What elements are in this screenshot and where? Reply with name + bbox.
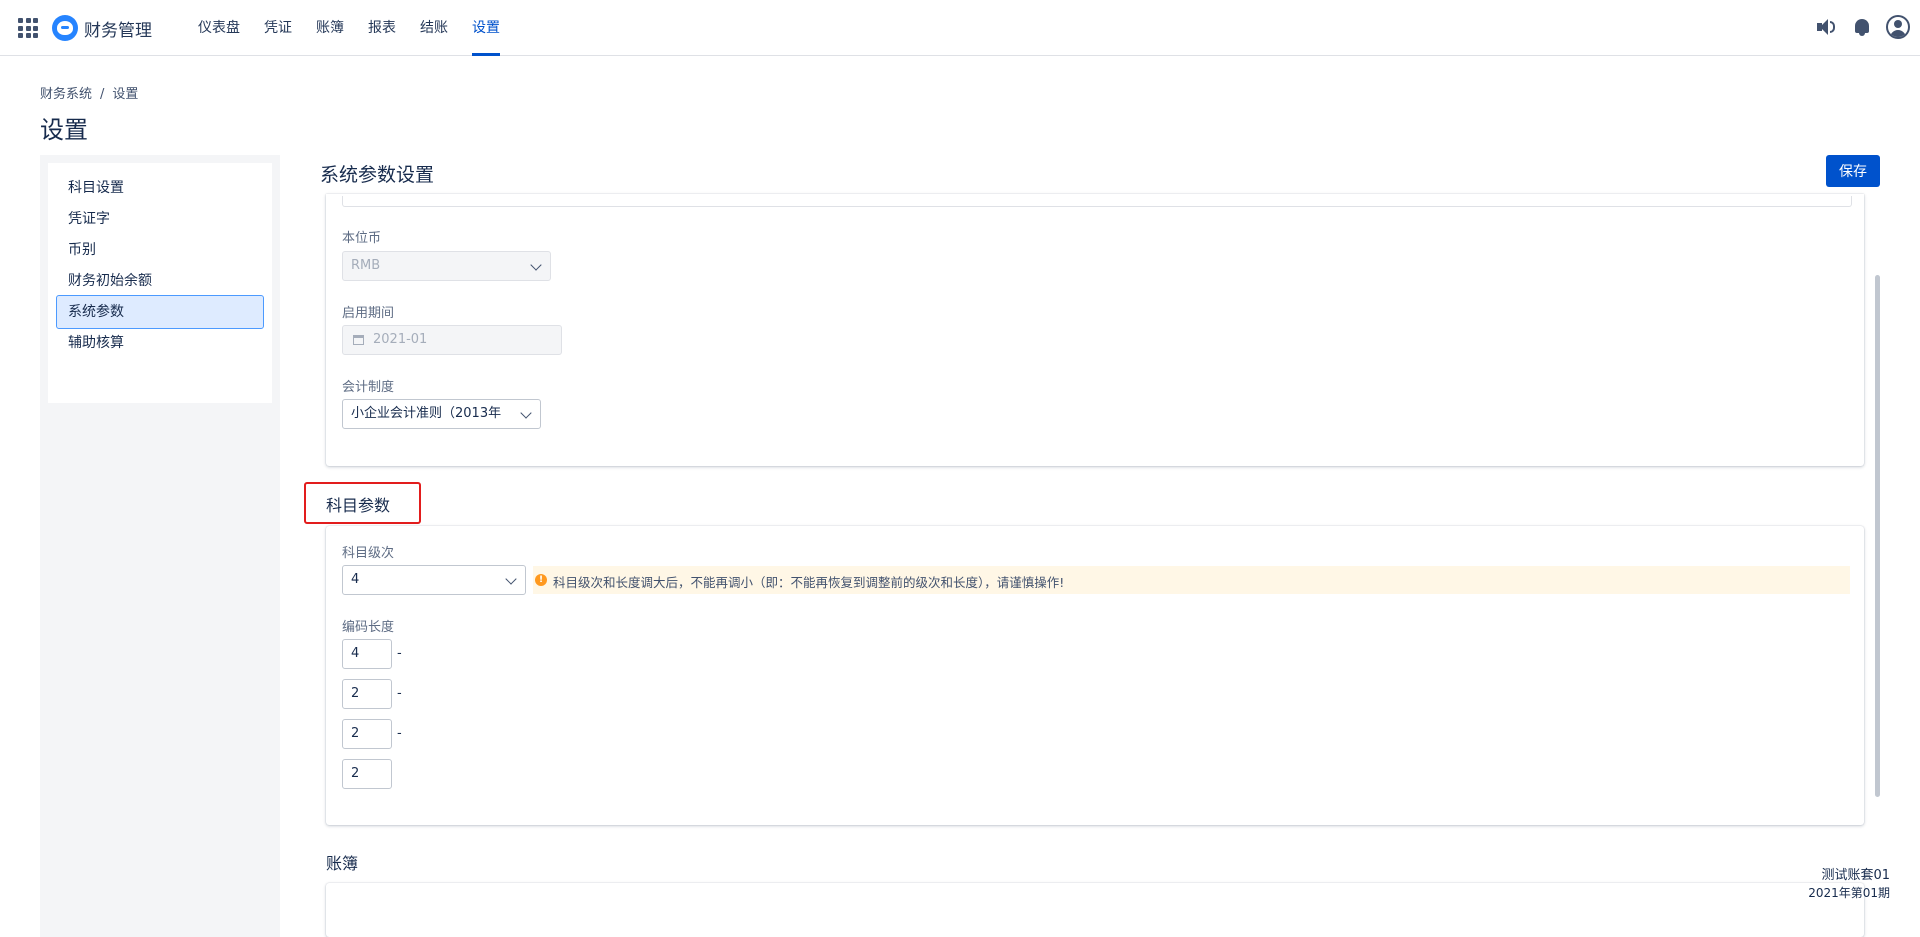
scrollbar-thumb[interactable]	[1875, 275, 1880, 797]
ledger-section-title: 账簿	[326, 854, 359, 873]
sidebar-item-auxiliary-accounting[interactable]: 辅助核算	[56, 326, 264, 360]
save-button[interactable]: 保存	[1826, 155, 1880, 187]
logo-icon	[52, 15, 78, 41]
accounting-system-value: 小企业会计准则（2013年	[351, 406, 502, 421]
top-icons	[1814, 15, 1910, 39]
code-length-label: 编码长度	[342, 620, 395, 635]
sidebar-item-currency[interactable]: 币别	[56, 233, 264, 267]
warning-message: ! 科目级次和长度调大后，不能再调小（即：不能再恢复到调整前的级次和长度），请谨…	[533, 566, 1850, 594]
code-length-input-1[interactable]: 4	[342, 639, 392, 669]
base-currency-select: RMB	[342, 251, 551, 281]
breadcrumb-item-finance-system[interactable]: 财务系统	[40, 87, 92, 102]
start-period-field: 2021-01	[342, 325, 562, 355]
sidebar-item-voucher-word[interactable]: 凭证字	[56, 202, 264, 236]
code-length-separator: -	[397, 726, 402, 741]
base-currency-value: RMB	[351, 258, 381, 273]
chevron-down-icon	[530, 259, 542, 271]
nav-dashboard[interactable]: 仪表盘	[186, 0, 252, 56]
top-bar: 财务管理 仪表盘 凭证 账簿 报表 结账 设置	[0, 0, 1920, 56]
chevron-down-icon	[520, 407, 532, 419]
account-name: 测试账套01	[1821, 868, 1890, 883]
ledger-card	[326, 883, 1864, 937]
chevron-down-icon	[505, 573, 517, 585]
page-title: 设置	[40, 116, 88, 144]
nav-settings[interactable]: 设置	[460, 0, 512, 56]
main-nav: 仪表盘 凭证 账簿 报表 结账 设置	[186, 0, 512, 56]
code-length-separator: -	[397, 646, 402, 661]
code-length-input-4[interactable]: 2	[342, 759, 392, 789]
cut-off-field	[342, 196, 1852, 207]
subject-level-value: 4	[351, 572, 360, 587]
warning-icon: !	[535, 574, 547, 586]
code-length-separator: -	[397, 686, 402, 701]
code-length-input-2[interactable]: 2	[342, 679, 392, 709]
sidebar-item-subject-settings[interactable]: 科目设置	[56, 171, 264, 205]
nav-closing[interactable]: 结账	[408, 0, 460, 56]
account-period: 2021年第01期	[1808, 886, 1890, 900]
section-title: 系统参数设置	[320, 164, 435, 186]
breadcrumb-item-settings[interactable]: 设置	[112, 87, 138, 102]
start-period-label: 启用期间	[342, 306, 395, 321]
warning-text: 科目级次和长度调大后，不能再调小（即：不能再恢复到调整前的级次和长度），请谨慎操…	[553, 575, 1065, 590]
accounting-system-select[interactable]: 小企业会计准则（2013年	[342, 399, 541, 429]
sidebar-item-system-params[interactable]: 系统参数	[56, 295, 264, 329]
nav-voucher[interactable]: 凭证	[252, 0, 304, 56]
accounting-system-label: 会计制度	[342, 380, 395, 395]
bell-icon[interactable]	[1850, 15, 1874, 39]
user-icon[interactable]	[1886, 15, 1910, 39]
speaker-icon[interactable]	[1814, 15, 1838, 39]
sidebar-item-initial-balance[interactable]: 财务初始余额	[56, 264, 264, 298]
app-title: 财务管理	[84, 21, 152, 41]
subject-level-label: 科目级次	[342, 546, 395, 561]
nav-ledger[interactable]: 账簿	[304, 0, 356, 56]
calendar-icon	[353, 335, 364, 345]
sidebar-menu: 科目设置 凭证字 币别 财务初始余额 系统参数 辅助核算	[48, 163, 272, 403]
highlight-box	[304, 482, 421, 524]
start-period-value: 2021-01	[373, 332, 428, 347]
base-currency-label: 本位币	[342, 231, 382, 246]
breadcrumb: 财务系统 / 设置	[40, 87, 139, 102]
nav-reports[interactable]: 报表	[356, 0, 408, 56]
apps-grid-icon[interactable]	[18, 18, 38, 38]
subject-level-select[interactable]: 4	[342, 565, 526, 595]
code-length-input-3[interactable]: 2	[342, 719, 392, 749]
